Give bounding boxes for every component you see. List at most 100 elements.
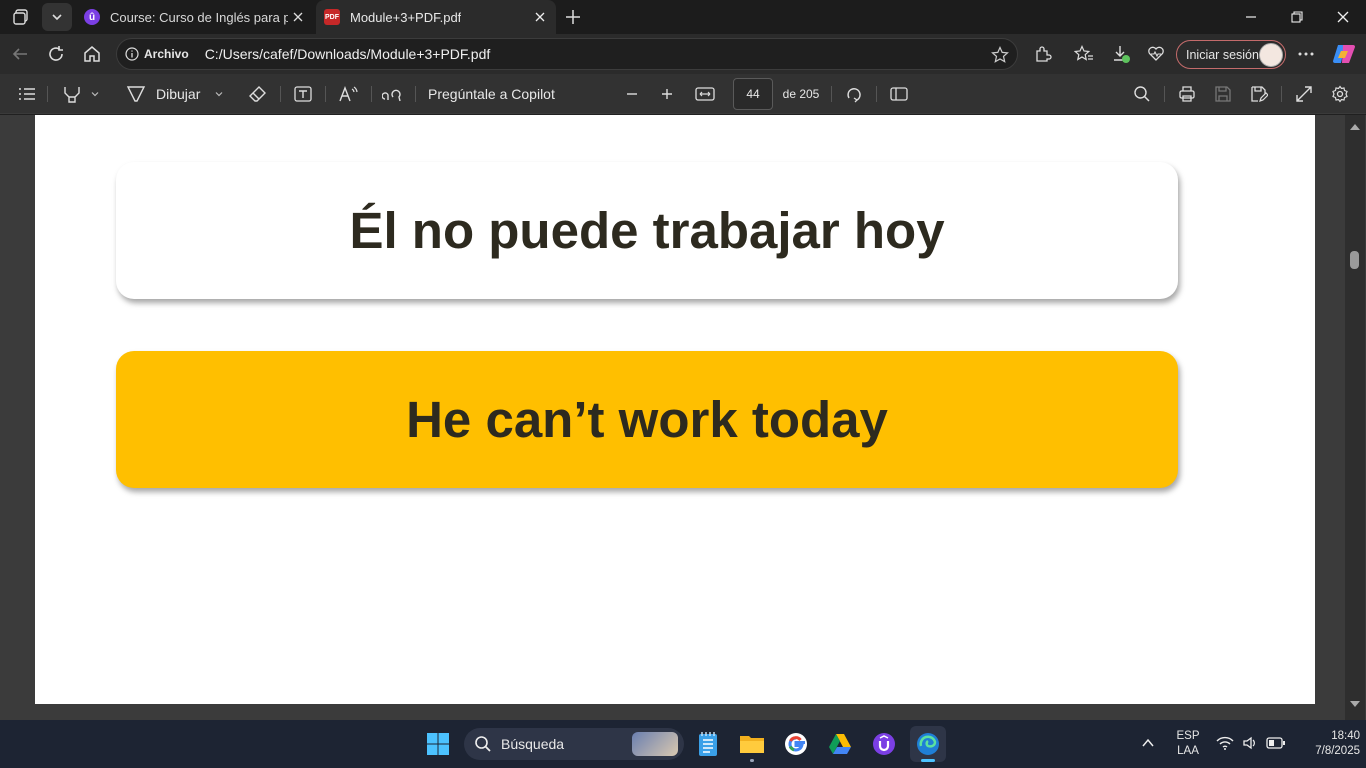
refresh-icon (49, 46, 63, 61)
save-icon (1215, 86, 1231, 102)
browser-essentials-button[interactable] (1140, 39, 1172, 69)
zoom-in-button[interactable] (657, 82, 677, 106)
search-placeholder: Búsqueda (501, 736, 565, 752)
page-number-input[interactable]: 44 (733, 78, 773, 110)
tab-course[interactable]: û Course: Curso de Inglés para principia… (78, 0, 314, 34)
more-options-button[interactable] (1290, 39, 1322, 69)
google-drive-app[interactable] (822, 726, 858, 762)
pdf-viewer[interactable]: Él no puede trabajar hoy He can’t work t… (0, 115, 1366, 720)
settings-button[interactable] (1328, 82, 1352, 106)
ask-copilot-label: Pregúntale a Copilot (428, 86, 555, 102)
site-info-chip[interactable]: Archivo (125, 47, 189, 61)
tab-pdf[interactable]: PDF Module+3+PDF.pdf (316, 0, 556, 34)
udemy-icon (873, 733, 895, 755)
copilot-button[interactable] (1328, 39, 1360, 69)
taskbar-search[interactable]: Búsqueda (464, 728, 684, 760)
fullscreen-button[interactable] (1292, 82, 1316, 106)
add-text-button[interactable] (291, 82, 315, 106)
address-bar[interactable]: Archivo C:/Users/cafef/Downloads/Module+… (116, 38, 1018, 70)
scroll-down-icon[interactable] (1345, 697, 1365, 711)
taskbar: Búsqueda ESP LAA 18:40 7/8/2025 (0, 720, 1366, 768)
time-label: 18:40 (1331, 730, 1360, 742)
extensions-button[interactable] (1027, 39, 1059, 69)
notepad-icon (699, 732, 717, 756)
pen-icon (126, 86, 146, 102)
site-info-label: Archivo (144, 47, 189, 61)
workspaces-icon (13, 9, 28, 25)
avatar (1259, 43, 1283, 67)
active-indicator (921, 759, 935, 762)
minimize-icon (1246, 16, 1256, 18)
ask-copilot-button[interactable]: Pregúntale a Copilot (428, 82, 568, 106)
chevron-down-icon (52, 14, 62, 21)
tab-title: Module+3+PDF.pdf (350, 9, 462, 25)
file-explorer-app[interactable] (734, 726, 770, 762)
page-view-button[interactable] (887, 82, 911, 106)
downloads-button[interactable] (1105, 39, 1137, 69)
save-as-button[interactable] (1247, 82, 1271, 106)
spanish-sentence: Él no puede trabajar hoy (349, 202, 945, 259)
favorite-star-button[interactable] (991, 46, 1009, 64)
input-language[interactable]: ESP LAA (1170, 730, 1206, 757)
notepad-app[interactable] (690, 726, 726, 762)
start-button[interactable] (420, 726, 456, 762)
keyboard-layout-label: LAA (1177, 745, 1199, 757)
tab-actions-button[interactable] (42, 3, 72, 31)
back-button[interactable] (4, 39, 36, 69)
pdf-page: Él no puede trabajar hoy He can’t work t… (35, 115, 1315, 704)
home-button[interactable] (76, 39, 108, 69)
save-button[interactable] (1211, 82, 1235, 106)
fit-page-button[interactable] (693, 82, 717, 106)
close-window-button[interactable] (1320, 0, 1366, 34)
erase-button[interactable] (246, 82, 270, 106)
translate-button[interactable] (381, 82, 405, 106)
print-button[interactable] (1175, 82, 1199, 106)
drive-icon (829, 734, 851, 754)
clock[interactable]: 18:40 7/8/2025 (1290, 730, 1360, 757)
vertical-scrollbar[interactable] (1345, 115, 1365, 720)
rotate-button[interactable] (842, 82, 866, 106)
info-icon (125, 47, 139, 61)
workspaces-button[interactable] (6, 3, 36, 31)
copilot-icon (1333, 45, 1355, 63)
plus-icon (662, 89, 672, 99)
highlight-button[interactable] (58, 82, 104, 106)
divider (876, 86, 877, 102)
restore-button[interactable] (1274, 0, 1320, 34)
udemy-app[interactable] (866, 726, 902, 762)
close-tab-button[interactable] (532, 9, 548, 25)
divider (1164, 86, 1165, 102)
star-icon (991, 46, 1009, 63)
chrome-app[interactable] (778, 726, 814, 762)
divider (831, 86, 832, 102)
zoom-out-button[interactable] (622, 82, 642, 106)
page-view-icon (890, 87, 908, 101)
divider (371, 86, 372, 102)
read-aloud-button[interactable] (336, 82, 362, 106)
minimize-button[interactable] (1228, 0, 1274, 34)
draw-button[interactable]: Dibujar (126, 82, 236, 106)
chevron-down-icon (215, 92, 223, 97)
scroll-thumb[interactable] (1350, 251, 1359, 269)
edge-app[interactable] (910, 726, 946, 762)
find-button[interactable] (1130, 82, 1154, 106)
show-hidden-icons-button[interactable] (1140, 736, 1156, 750)
divider (325, 86, 326, 102)
divider (47, 86, 48, 102)
system-tray[interactable] (1216, 736, 1286, 750)
windows-icon (427, 733, 449, 755)
contents-button[interactable] (16, 82, 38, 106)
new-tab-button[interactable] (558, 3, 588, 31)
close-tab-button[interactable] (290, 9, 306, 25)
scroll-up-icon[interactable] (1345, 120, 1365, 134)
chevron-down-icon (91, 92, 99, 97)
google-icon (785, 733, 807, 755)
eraser-icon (249, 86, 266, 102)
signin-button[interactable]: Iniciar sesión (1176, 40, 1286, 69)
favorites-button[interactable] (1068, 39, 1100, 69)
running-indicator (750, 759, 754, 762)
english-sentence-card: He can’t work today (116, 351, 1178, 488)
tab-strip: û Course: Curso de Inglés para principia… (0, 0, 1366, 34)
page-total-label: de 205 (782, 87, 820, 101)
refresh-button[interactable] (40, 39, 72, 69)
